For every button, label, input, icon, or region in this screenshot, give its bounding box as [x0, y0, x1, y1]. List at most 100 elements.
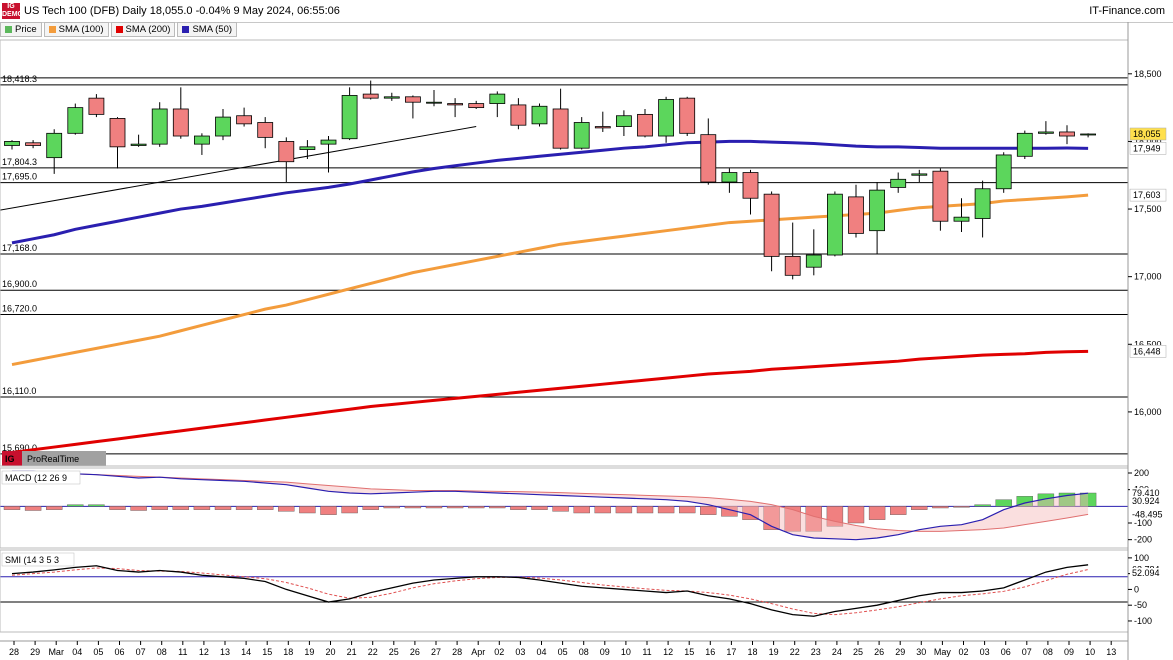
candle-body [721, 172, 738, 183]
candle-body [658, 99, 674, 137]
macd-histogram-bar [320, 506, 337, 515]
smi-panel-frame [0, 549, 1129, 633]
candle-body [1016, 132, 1033, 157]
y-tick-label: 18,500 [1134, 69, 1162, 79]
candle-body [890, 178, 907, 188]
x-tick-label: 21 [347, 647, 357, 657]
candle-body [193, 135, 210, 145]
macd-histogram-bar [679, 506, 696, 514]
macd-signal-fill [12, 471, 1089, 540]
x-tick-label: 30 [916, 647, 926, 657]
x-tick-label: 25 [389, 647, 399, 657]
candle-body [953, 216, 970, 222]
x-tick-label: 20 [325, 647, 335, 657]
x-tick-label: 05 [93, 647, 103, 657]
candle-body [489, 93, 506, 104]
macd-histogram-bar [193, 506, 211, 510]
macd-histogram-bar [573, 506, 590, 514]
x-tick-label: 02 [494, 647, 504, 657]
x-tick-label: 12 [663, 647, 673, 657]
last-value-label: 16,448 [1133, 346, 1161, 356]
macd-histogram-bar [214, 506, 232, 510]
macd-histogram-bar [636, 506, 654, 514]
candle-body [4, 141, 20, 146]
macd-histogram-bar [299, 506, 316, 514]
macd-histogram-bar [510, 506, 527, 510]
x-tick-label: 08 [157, 647, 167, 657]
y-tick-label: 16,000 [1134, 407, 1162, 417]
last-value-label: 52.094 [1132, 568, 1160, 578]
candle-body [341, 95, 358, 140]
macd-histogram-bar [341, 506, 358, 514]
macd-histogram-bar [46, 506, 63, 510]
macd-histogram-bar [890, 506, 907, 515]
x-tick-label: 22 [368, 647, 378, 657]
macd-histogram-bar [151, 506, 168, 510]
macd-histogram-bar [67, 504, 84, 507]
candle-body [215, 116, 231, 137]
level-label: 17,804.3 [2, 157, 37, 167]
y-tick-label: 0 [1134, 584, 1139, 594]
chart-canvas[interactable]: 18,418.3 17,804.3 17,695.0 17,168.0 16,900.0… [0, 0, 1173, 660]
macd-histogram-bar [974, 504, 991, 507]
x-tick-label: 28 [9, 647, 19, 657]
x-tick-label: 04 [536, 647, 546, 657]
candle-body [468, 103, 485, 109]
watermark-logo-text: IG [5, 454, 15, 464]
x-tick-label: 11 [178, 647, 187, 657]
candle-body [742, 172, 759, 199]
candle-body [46, 132, 63, 159]
x-tick-label: 11 [642, 647, 651, 657]
x-tick-label: 07 [136, 647, 146, 657]
macd-histogram-bar [24, 506, 42, 511]
candle-body [320, 139, 337, 145]
price-panel-frame [0, 39, 1129, 467]
candle-body [362, 93, 379, 99]
x-tick-label: 17 [726, 647, 736, 657]
candle-body [848, 196, 864, 234]
x-tick-label: 05 [558, 647, 568, 657]
macd-histogram-bar [932, 506, 949, 509]
x-tick-label: Mar [48, 647, 64, 657]
y-tick-label: -100 [1134, 616, 1152, 626]
last-value-label: 30.924 [1132, 496, 1160, 506]
x-tick-label: 06 [114, 647, 124, 657]
candle-body [151, 108, 168, 145]
x-tick-label: 15 [262, 647, 272, 657]
candle-body [911, 173, 928, 176]
x-tick-label: 26 [410, 647, 420, 657]
macd-histogram-bar [847, 506, 865, 524]
level-label: 16,900.0 [2, 279, 37, 289]
candle-body [426, 101, 442, 104]
y-tick-label: -50 [1134, 600, 1147, 610]
sma50-line [11, 139, 1089, 245]
x-tick-label: 10 [1085, 647, 1095, 657]
trendline [0, 126, 477, 211]
macd-histogram-bar [615, 506, 633, 514]
x-tick-label: 03 [980, 647, 990, 657]
candle-body [130, 143, 147, 146]
macd-histogram-bar [109, 506, 126, 510]
smi-signal-line [11, 567, 1089, 616]
candle-body [1080, 133, 1096, 136]
macd-histogram-bar [235, 506, 253, 510]
candle-body [88, 97, 105, 115]
macd-histogram-bar [657, 506, 675, 514]
x-tick-label: 09 [600, 647, 610, 657]
x-tick-label: 08 [579, 647, 589, 657]
x-tick-label: 25 [853, 647, 863, 657]
candle-body [700, 134, 717, 183]
candle-body [383, 96, 400, 99]
candle-body [784, 255, 801, 276]
macd-histogram-bar [700, 506, 717, 515]
candle-body [1038, 131, 1054, 134]
candle-body [257, 122, 274, 138]
macd-histogram-bar [489, 506, 506, 509]
x-tick-label: 19 [769, 647, 779, 657]
x-tick-label: 12 [199, 647, 209, 657]
x-tick-label: May [934, 647, 952, 657]
smi-line [11, 564, 1089, 617]
candle-body [67, 107, 84, 134]
x-tick-label: 28 [452, 647, 462, 657]
last-value-label: -48.495 [1132, 509, 1163, 519]
